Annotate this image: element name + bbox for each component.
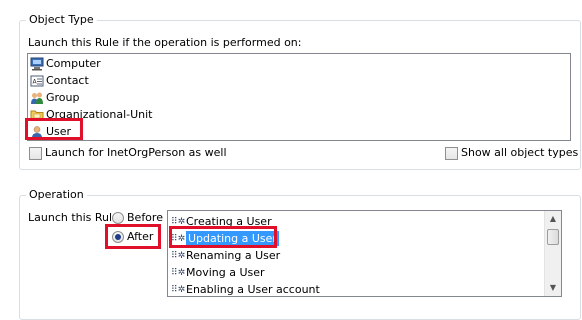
show-all-object-types-checkbox[interactable]: Show all object types	[445, 146, 578, 160]
operation-gear-icon: ⠿✲	[171, 267, 186, 278]
checkbox-label: Show all object types	[461, 146, 579, 159]
checkbox-box[interactable]	[445, 146, 458, 160]
radio-circle[interactable]	[112, 212, 124, 224]
list-item-enabling-user-account[interactable]: ⠿✲ Enabling a User account	[171, 281, 320, 298]
scroll-thumb[interactable]	[547, 229, 559, 245]
checkbox-label: Launch for InetOrgPerson as well	[45, 146, 227, 159]
operation-gear-icon: ⠿✲	[171, 250, 186, 261]
before-radio[interactable]: Before	[112, 211, 163, 225]
list-item-label: Group	[46, 91, 80, 104]
list-item-label: Renaming a User	[186, 249, 281, 262]
operation-list[interactable]: ⠿✲ Creating a User ⠿✲ Updating a User ⠿✲…	[167, 210, 562, 297]
highlight-updating-user	[169, 226, 277, 248]
list-item-label: Contact	[46, 74, 89, 87]
object-type-title: Object Type	[26, 13, 97, 27]
list-item-renaming-user[interactable]: ⠿✲ Renaming a User	[171, 247, 280, 264]
list-item-computer[interactable]: Computer	[30, 55, 101, 72]
computer-icon	[30, 57, 44, 71]
object-type-list[interactable]: Computer A Contact Group Organizational-…	[27, 53, 571, 141]
checkbox-box[interactable]	[29, 146, 42, 160]
contact-card-icon: A	[30, 74, 44, 88]
launch-this-rule-label: Launch this Rule	[28, 211, 119, 224]
scroll-up-icon[interactable]: ▲	[545, 211, 561, 227]
object-type-prompt: Launch this Rule if the operation is per…	[28, 36, 302, 49]
group-icon	[30, 91, 44, 105]
highlight-user	[25, 118, 83, 140]
list-item-group[interactable]: Group	[30, 89, 80, 106]
highlight-after	[105, 224, 161, 249]
launch-inetorgperson-checkbox[interactable]: Launch for InetOrgPerson as well	[29, 146, 227, 160]
operation-list-scrollbar[interactable]: ▲ ▼	[544, 211, 561, 296]
list-item-label: Moving a User	[186, 266, 265, 279]
radio-label: Before	[127, 211, 163, 224]
list-item-contact[interactable]: A Contact	[30, 72, 89, 89]
operation-gear-icon: ⠿✲	[171, 284, 186, 295]
operation-title: Operation	[26, 188, 87, 202]
list-item-moving-user[interactable]: ⠿✲ Moving a User	[171, 264, 265, 281]
list-item-label: Enabling a User account	[186, 283, 320, 296]
list-item-label: Computer	[46, 57, 101, 70]
scroll-down-icon[interactable]: ▼	[545, 280, 561, 296]
